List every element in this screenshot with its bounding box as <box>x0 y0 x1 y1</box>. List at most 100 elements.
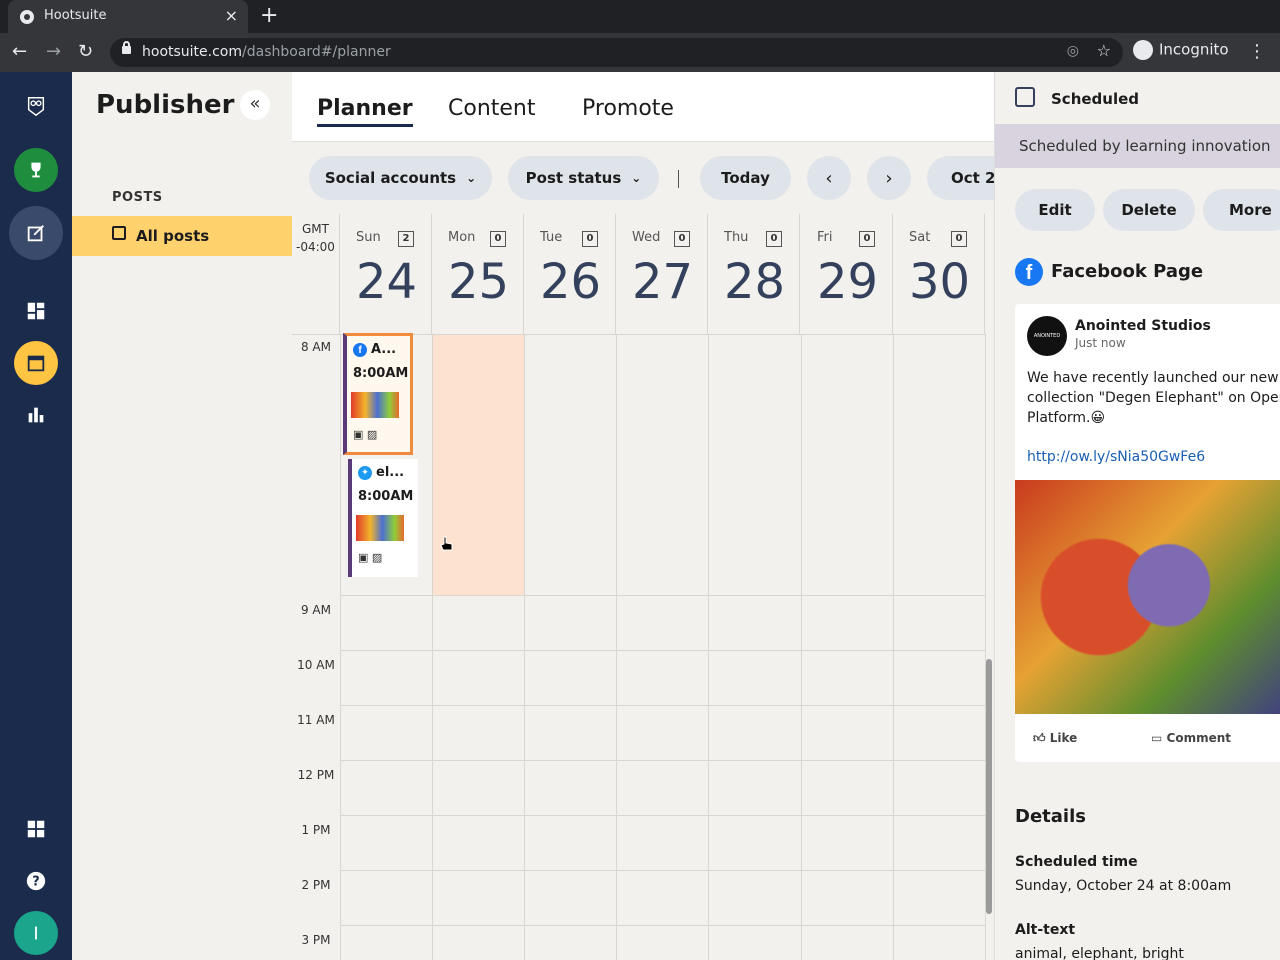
hootsuite-favicon-icon <box>20 10 34 24</box>
comment-button[interactable]: ▭ Comment <box>1151 731 1231 745</box>
browser-tab-bar: Hootsuite × + <box>0 0 1280 33</box>
scheduled-time-value: Sunday, October 24 at 8:00am <box>1015 878 1232 894</box>
week-calendar: GMT -04:00 Sun 2 24 Mon 0 25 Tue 0 26 Wed 0 27 Th… <box>292 214 994 960</box>
sidebar-item-label: All posts <box>136 227 210 245</box>
address-bar[interactable]: hootsuite.com/dashboard#/planner ◎ ☆ <box>110 38 1123 67</box>
author-avatar: ANOINTED STUDIOS <box>1027 316 1067 379</box>
time-label: 10 AM <box>297 658 335 672</box>
divider <box>678 170 679 188</box>
day-header[interactable]: Mon 0 25 <box>432 214 524 334</box>
tab-planner[interactable]: Planner <box>317 96 413 127</box>
browser-toolbar: ← → ↻ hootsuite.com/dashboard#/planner ◎… <box>0 33 1280 72</box>
reload-icon[interactable]: ↻ <box>78 41 93 62</box>
scheduled-time-label: Scheduled time <box>1015 854 1138 870</box>
collapse-sidebar-icon[interactable]: « <box>240 90 270 120</box>
timezone-label: GMT -04:00 <box>292 214 340 334</box>
day-header[interactable]: Fri 0 29 <box>801 214 893 334</box>
filter-bar: Social accounts ⌄ Post status ⌄ Today ‹ › … <box>292 142 994 214</box>
delete-button[interactable]: Delete <box>1103 189 1195 231</box>
facebook-icon: f <box>353 342 367 357</box>
divider <box>340 650 986 651</box>
divider <box>340 870 986 871</box>
post-link[interactable]: http://ow.ly/sNia50GwFe6 <box>1027 449 1205 465</box>
post-card-title: A... <box>371 342 397 357</box>
author-name: Anointed Studios <box>1075 318 1211 334</box>
calendar-icon <box>1015 87 1035 107</box>
divider <box>432 335 433 960</box>
next-week-icon[interactable]: › <box>867 156 911 200</box>
apps-grid-icon[interactable] <box>14 807 58 851</box>
trophy-icon[interactable] <box>14 148 58 192</box>
incognito-indicator[interactable]: Incognito <box>1133 40 1229 60</box>
post-card-facebook[interactable]: f A... 8:00AM ▣ ▨ <box>343 333 413 455</box>
publisher-sidebar: Publisher « POSTS All posts <box>72 72 292 960</box>
tab-promote[interactable]: Promote <box>582 96 674 121</box>
comment-icon: ▭ <box>1151 731 1163 745</box>
forward-icon[interactable]: → <box>46 41 61 62</box>
details-heading: Details <box>1015 806 1086 827</box>
hover-slot-highlight[interactable] <box>433 335 524 596</box>
time-label: 2 PM <box>301 878 331 892</box>
network-header: f Facebook Page <box>1015 258 1203 286</box>
post-status-dropdown[interactable]: Post status ⌄ <box>508 156 659 200</box>
chevron-down-icon: ⌄ <box>466 171 477 185</box>
scrollbar[interactable] <box>986 659 992 914</box>
time-label: 8 AM <box>300 340 331 354</box>
day-header[interactable]: Thu 0 28 <box>708 214 800 334</box>
hootsuite-owl-logo-icon[interactable] <box>14 84 58 128</box>
more-button[interactable]: More⌄ <box>1203 189 1280 231</box>
post-card-time: 8:00AM <box>353 366 409 381</box>
hand-cursor-icon <box>440 536 453 551</box>
posts-section-label: POSTS <box>112 190 163 205</box>
edit-button[interactable]: Edit <box>1015 189 1095 231</box>
publisher-compose-icon[interactable] <box>9 206 63 260</box>
calendar-image-icons: ▣ ▨ <box>353 428 378 441</box>
tab-content[interactable]: Content <box>448 96 536 121</box>
divider <box>340 760 986 761</box>
divider <box>616 335 617 960</box>
chevron-down-icon: ⌄ <box>631 171 642 185</box>
time-label: 9 AM <box>300 603 331 617</box>
day-header[interactable]: Sun 2 24 <box>340 214 432 334</box>
divider <box>340 705 986 706</box>
browser-tab-title: Hootsuite <box>44 8 107 23</box>
like-button[interactable]: 👍︎ Like <box>1033 731 1077 746</box>
svg-text:?: ? <box>32 875 39 890</box>
post-detail-panel: Scheduled Scheduled by learning innovati… <box>994 72 1280 960</box>
day-header[interactable]: Tue 0 26 <box>524 214 616 334</box>
post-thumbnail <box>351 392 399 418</box>
analytics-icon[interactable] <box>14 393 58 437</box>
day-header[interactable]: Sat 0 30 <box>893 214 985 334</box>
scheduled-by-banner: Scheduled by learning innovation <box>995 124 1280 168</box>
browser-tab[interactable]: Hootsuite × <box>8 0 248 33</box>
planner-calendar-icon[interactable] <box>14 341 58 385</box>
divider <box>340 815 986 816</box>
publisher-tabs: Planner Content Promote <box>292 72 994 142</box>
post-preview: ANOINTED STUDIOS Anointed Studios Just n… <box>1015 304 1280 762</box>
url-text[interactable]: hootsuite.com/dashboard#/planner <box>142 44 391 60</box>
bookmark-star-icon[interactable]: ☆ <box>1097 41 1111 60</box>
post-card-time: 8:00AM <box>358 489 414 504</box>
time-label: 1 PM <box>301 823 331 837</box>
nav-rail: ? <box>0 72 72 960</box>
post-card-twitter[interactable]: ✦ el... 8:00AM ▣ ▨ <box>348 459 418 577</box>
browser-menu-icon[interactable]: ⋮ <box>1248 41 1266 62</box>
today-button[interactable]: Today <box>700 156 791 200</box>
social-accounts-dropdown[interactable]: Social accounts ⌄ <box>309 156 492 200</box>
lock-icon <box>122 41 131 54</box>
day-header[interactable]: Wed 0 27 <box>616 214 708 334</box>
dashboard-icon[interactable] <box>14 289 58 333</box>
close-tab-icon[interactable]: × <box>225 6 238 25</box>
help-icon[interactable]: ? <box>14 859 58 903</box>
previous-week-icon[interactable]: ‹ <box>807 156 851 200</box>
new-tab-icon[interactable]: + <box>260 4 278 28</box>
sidebar-item-all-posts[interactable]: All posts <box>72 216 292 256</box>
post-thumbnail <box>356 515 404 541</box>
planner-main: Planner Content Promote Social accounts ⌄… <box>292 72 994 960</box>
post-status-label: Scheduled <box>1051 90 1140 108</box>
time-label: 3 PM <box>301 933 331 947</box>
date-range-button[interactable]: Oct 24 <box>927 156 994 200</box>
user-avatar[interactable] <box>14 911 58 955</box>
tracking-blocked-icon[interactable]: ◎ <box>1067 43 1079 59</box>
back-icon[interactable]: ← <box>12 41 27 62</box>
